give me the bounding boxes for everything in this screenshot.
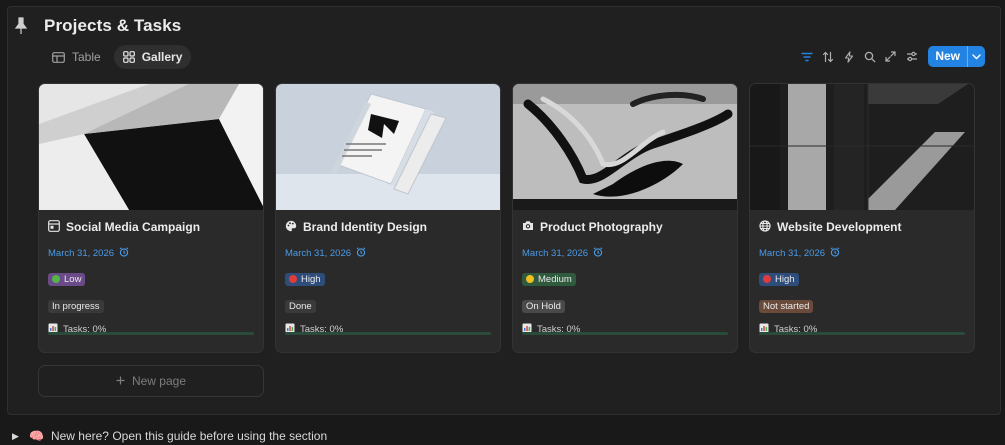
tab-table[interactable]: Table [43,45,110,69]
gallery-grid: Social Media Campaign March 31, 2026 Low… [38,83,975,353]
gallery-card[interactable]: Brand Identity Design March 31, 2026 Hig… [275,83,501,353]
chevron-down-icon[interactable] [967,46,985,67]
card-title: Social Media Campaign [48,219,254,235]
tab-gallery[interactable]: Gallery [113,45,192,69]
media-icon [48,219,60,235]
new-button[interactable]: New [928,46,985,67]
progress-bar [759,332,965,335]
new-page-button[interactable]: New page [38,365,264,397]
guide-toggle[interactable]: ▶ 🧠 New here? Open this guide before usi… [12,429,327,443]
due-date: March 31, 2026 [522,246,728,260]
camera-icon [522,220,534,234]
settings-icon[interactable] [901,46,922,67]
priority-badge[interactable]: Medium [522,272,576,286]
priority-badge[interactable]: High [285,272,325,286]
alarm-clock-icon [356,246,366,260]
view-toolbar: New [796,46,985,67]
card-cover-image [39,84,263,210]
triangle-right-icon[interactable]: ▶ [12,431,22,442]
alarm-clock-icon [593,246,603,260]
view-tabs: Table Gallery [43,45,192,69]
progress-bar [522,332,728,335]
priority-badge[interactable]: Low [48,272,86,286]
alarm-clock-icon [830,246,840,260]
progress-bar [285,332,491,335]
sort-icon[interactable] [817,46,838,67]
search-icon[interactable] [859,46,880,67]
automation-icon[interactable] [838,46,859,67]
tab-gallery-label: Gallery [141,50,183,64]
gallery-card[interactable]: Social Media Campaign March 31, 2026 Low… [38,83,264,353]
due-date: March 31, 2026 [759,246,965,260]
status-badge[interactable]: Done [285,300,316,313]
new-page-label: New page [131,374,187,388]
priority-dot-icon [289,275,297,283]
card-title: Product Photography [522,219,728,235]
card-cover-image [276,84,500,210]
alarm-clock-icon [119,246,129,260]
page-title: Projects & Tasks [44,16,182,35]
gallery-card[interactable]: Product Photography March 31, 2026 Mediu… [512,83,738,353]
gallery-card[interactable]: Website Development March 31, 2026 High … [749,83,975,353]
card-title: Website Development [759,219,965,235]
due-date: March 31, 2026 [48,246,254,260]
pushpin-icon[interactable] [10,15,32,37]
priority-badge[interactable]: High [759,272,799,286]
status-badge[interactable]: In progress [48,300,104,313]
card-title: Brand Identity Design [285,219,491,235]
status-badge[interactable]: Not started [759,300,814,313]
plus-icon [116,374,125,388]
priority-dot-icon [526,275,534,283]
priority-dot-icon [52,275,60,283]
progress-bar [48,332,254,335]
due-date: March 31, 2026 [285,246,491,260]
gallery-icon [122,51,135,63]
card-cover-image [750,84,974,210]
card-cover-image [513,84,737,210]
guide-text: New here? Open this guide before using t… [50,429,328,443]
filter-icon[interactable] [796,46,817,67]
tab-table-label: Table [72,50,101,64]
status-badge[interactable]: On Hold [522,300,565,313]
palette-icon [285,220,297,235]
brain-icon: 🧠 [29,429,44,443]
table-icon [52,51,65,63]
expand-icon[interactable] [880,46,901,67]
page-header: Projects & Tasks [10,14,181,38]
priority-dot-icon [763,275,771,283]
globe-icon [759,219,771,235]
new-button-label[interactable]: New [928,46,967,67]
